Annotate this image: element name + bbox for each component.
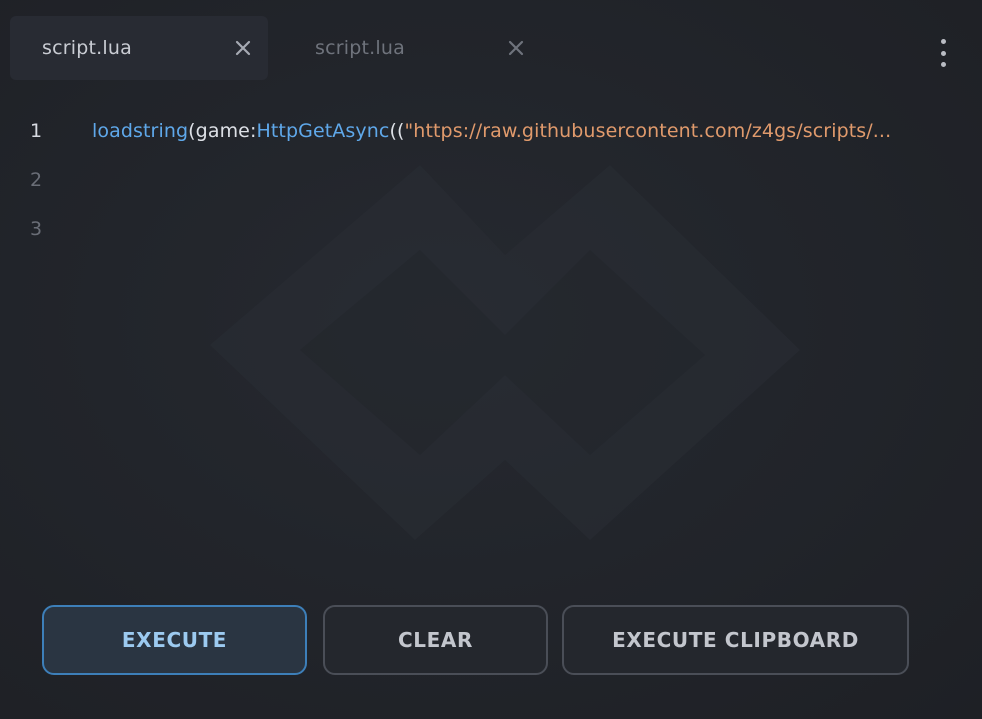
- code-line-3[interactable]: 3: [0, 204, 982, 253]
- clear-button[interactable]: CLEAR: [323, 605, 548, 675]
- tab-script-lua-2[interactable]: script.lua: [283, 16, 541, 80]
- code-line-2[interactable]: 2: [0, 155, 982, 204]
- close-icon[interactable]: [234, 39, 252, 57]
- tab-bar: script.lua script.lua: [0, 0, 982, 96]
- close-icon[interactable]: [507, 39, 525, 57]
- token-method: HttpGetAsync: [256, 119, 390, 142]
- execute-button[interactable]: EXECUTE: [42, 605, 307, 675]
- code-editor[interactable]: 1 loadstring(game:HttpGetAsync(("https:/…: [0, 106, 982, 256]
- executor-window: script.lua script.lua 1 loadstring(game:…: [0, 0, 982, 719]
- code-line-1[interactable]: 1 loadstring(game:HttpGetAsync(("https:/…: [0, 106, 982, 155]
- token-plain: (game:: [188, 119, 257, 142]
- code-text: loadstring(game:HttpGetAsync(("https://r…: [92, 120, 891, 142]
- menu-dot: [940, 39, 946, 44]
- token-function: loadstring: [92, 119, 189, 142]
- line-number: 3: [29, 217, 43, 240]
- token-string: "https://raw.githubusercontent.com/z4gs/…: [404, 119, 892, 142]
- line-number: 1: [29, 119, 43, 142]
- kebab-menu-icon[interactable]: [928, 36, 958, 70]
- execute-clipboard-button[interactable]: EXECUTE CLIPBOARD: [562, 605, 909, 675]
- token-plain: ((: [389, 119, 405, 142]
- menu-dot: [940, 50, 946, 56]
- menu-dot: [940, 62, 946, 67]
- line-number: 2: [29, 168, 43, 191]
- tab-script-lua-1[interactable]: script.lua: [10, 16, 268, 80]
- tab-label: script.lua: [42, 37, 132, 59]
- tab-label: script.lua: [315, 37, 405, 59]
